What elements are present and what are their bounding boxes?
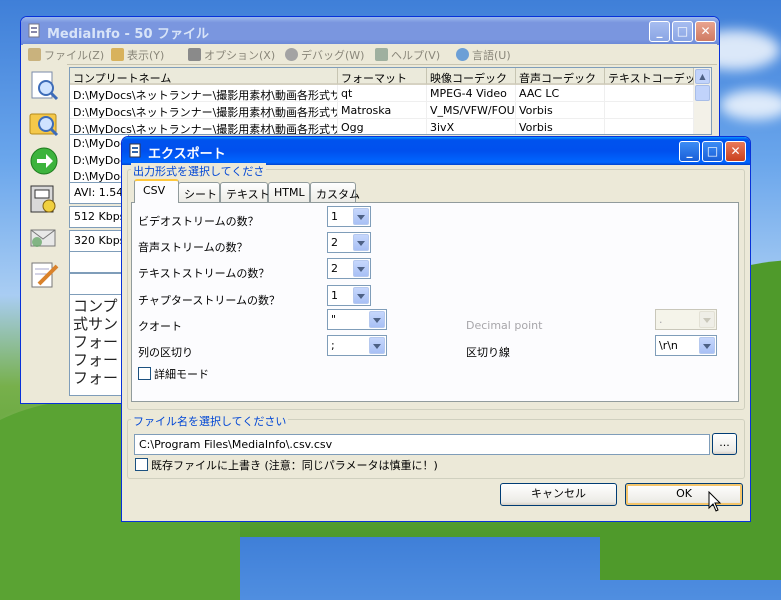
email-icon bbox=[30, 229, 56, 247]
edit-button[interactable] bbox=[27, 258, 61, 292]
quote-label: クオート bbox=[138, 320, 182, 333]
scroll-thumb[interactable] bbox=[695, 85, 710, 101]
mouse-cursor-icon bbox=[708, 490, 722, 516]
column-header-video-codec[interactable]: 映像コーデック bbox=[427, 68, 516, 85]
format-group-label: 出力形式を選択してくださ bbox=[131, 163, 267, 179]
quote-select[interactable]: " bbox=[327, 309, 387, 330]
column-header-audio-codec[interactable]: 音声コーデック bbox=[516, 68, 605, 85]
video-bitrate-field: 512 Kbps bbox=[69, 206, 129, 228]
chevron-down-icon[interactable] bbox=[369, 311, 385, 328]
overwrite-label: 既存ファイルに上書き (注意：同じパラメータは慎重に！) bbox=[151, 459, 438, 472]
tab-text[interactable]: テキスト bbox=[220, 182, 270, 202]
email-button[interactable] bbox=[27, 220, 61, 254]
detail-mode-label: 詳細モード bbox=[154, 368, 209, 381]
menu-language[interactable]: 言語(U) bbox=[456, 47, 511, 63]
dialog-title-bar[interactable]: エクスポート _ □ ✕ bbox=[122, 137, 750, 165]
tab-csv[interactable]: CSV bbox=[134, 179, 179, 203]
empty-info-field bbox=[69, 251, 129, 273]
chevron-down-icon[interactable] bbox=[353, 208, 369, 225]
decimal-point-select[interactable]: . bbox=[655, 309, 717, 330]
list-vertical-scrollbar[interactable]: ▲ bbox=[694, 68, 711, 134]
cancel-button[interactable]: キャンセル bbox=[500, 483, 617, 506]
chapter-count-select[interactable]: 1 bbox=[327, 285, 371, 306]
audio-count-select[interactable]: 2 bbox=[327, 232, 371, 253]
view-icon bbox=[111, 48, 124, 61]
overwrite-checkbox[interactable] bbox=[135, 458, 148, 471]
mediainfo-app-icon bbox=[27, 23, 42, 38]
text-count-select[interactable]: 2 bbox=[327, 258, 371, 279]
column-header-text-codec[interactable]: テキストコーデック bbox=[605, 68, 694, 85]
video-count-select[interactable]: 1 bbox=[327, 206, 371, 227]
help-icon bbox=[375, 48, 388, 61]
chevron-down-icon[interactable] bbox=[369, 337, 385, 354]
audio-count-label: 音声ストリームの数？ bbox=[138, 241, 248, 254]
minimize-button[interactable]: _ bbox=[649, 21, 670, 42]
menu-debug[interactable]: デバッグ(W) bbox=[285, 47, 364, 63]
export-icon bbox=[30, 185, 56, 213]
text-count-label: テキストストリームの数？ bbox=[138, 267, 270, 280]
notepad-pencil-icon bbox=[31, 262, 59, 288]
empty-info-field bbox=[69, 273, 129, 295]
column-separator-select[interactable]: ; bbox=[327, 335, 387, 356]
maximize-button[interactable]: □ bbox=[672, 21, 693, 42]
export-button[interactable] bbox=[27, 182, 61, 216]
file-group-label: ファイル名を選択してください bbox=[131, 413, 289, 429]
audio-bitrate-field: 320 Kbps bbox=[69, 230, 129, 252]
mediainfo-app-icon bbox=[128, 143, 143, 158]
debug-gear-icon bbox=[285, 48, 298, 61]
main-window-title: MediaInfo - 50 ファイル bbox=[47, 27, 210, 42]
options-icon bbox=[188, 48, 201, 61]
tab-html[interactable]: HTML bbox=[268, 182, 310, 202]
dialog-minimize-button[interactable]: _ bbox=[679, 141, 700, 162]
open-file-icon bbox=[31, 71, 59, 101]
file-list-view: コンプリートネーム フォーマット 映像コーデック 音声コーデック テキストコーデ… bbox=[69, 67, 712, 135]
chevron-down-icon[interactable] bbox=[353, 234, 369, 251]
main-title-bar[interactable]: MediaInfo - 50 ファイル _ □ ✕ bbox=[21, 17, 719, 45]
dialog-close-button[interactable]: ✕ bbox=[725, 141, 746, 162]
general-info-field: AVI: 1.54 bbox=[69, 182, 129, 204]
open-file-button[interactable] bbox=[27, 69, 61, 103]
table-row[interactable]: D:\MyDocs bbox=[69, 169, 129, 183]
tab-sheet[interactable]: シート bbox=[178, 182, 220, 202]
browse-button[interactable]: ... bbox=[712, 433, 737, 455]
menu-file[interactable]: ファイル(Z) bbox=[28, 47, 104, 63]
table-row[interactable]: D:\MyDocs bbox=[69, 135, 129, 153]
dialog-maximize-button[interactable]: □ bbox=[702, 141, 723, 162]
video-count-label: ビデオストリームの数？ bbox=[138, 215, 259, 228]
table-row[interactable]: D:\MyDocs bbox=[69, 152, 129, 170]
menu-view[interactable]: 表示(Y) bbox=[111, 47, 164, 63]
chapter-count-label: チャプターストリームの数？ bbox=[138, 294, 281, 307]
open-folder-button[interactable] bbox=[27, 106, 61, 140]
line-separator-label: 区切り線 bbox=[466, 346, 510, 359]
dialog-title: エクスポート bbox=[148, 147, 226, 162]
column-header-format[interactable]: フォーマット bbox=[338, 68, 427, 85]
file-path-input[interactable]: C:\Program Files\MediaInfo\.csv.csv bbox=[134, 434, 710, 455]
menu-options[interactable]: オプション(X) bbox=[188, 47, 275, 63]
chevron-down-icon[interactable] bbox=[699, 311, 715, 328]
next-button[interactable] bbox=[27, 144, 61, 178]
scroll-up-arrow-icon[interactable]: ▲ bbox=[695, 69, 710, 84]
detail-mode-checkbox[interactable] bbox=[138, 367, 151, 380]
wrench-icon bbox=[28, 48, 41, 61]
open-folder-icon bbox=[29, 113, 59, 137]
chevron-down-icon[interactable] bbox=[699, 337, 715, 354]
sidebar bbox=[23, 64, 67, 402]
column-header-complete-name[interactable]: コンプリートネーム bbox=[70, 68, 338, 85]
chevron-down-icon[interactable] bbox=[353, 260, 369, 277]
globe-icon bbox=[456, 48, 469, 61]
chevron-down-icon[interactable] bbox=[353, 287, 369, 304]
line-separator-select[interactable]: \r\n bbox=[655, 335, 717, 356]
menu-help[interactable]: ヘルプ(V) bbox=[375, 47, 440, 63]
decimal-point-label: Decimal point bbox=[466, 319, 543, 332]
close-button[interactable]: ✕ bbox=[695, 21, 716, 42]
ok-button[interactable]: OK bbox=[625, 483, 743, 506]
arrow-right-icon bbox=[30, 147, 58, 175]
column-separator-label: 列の区切り bbox=[138, 346, 193, 359]
tab-custom[interactable]: カスタム bbox=[310, 182, 360, 202]
